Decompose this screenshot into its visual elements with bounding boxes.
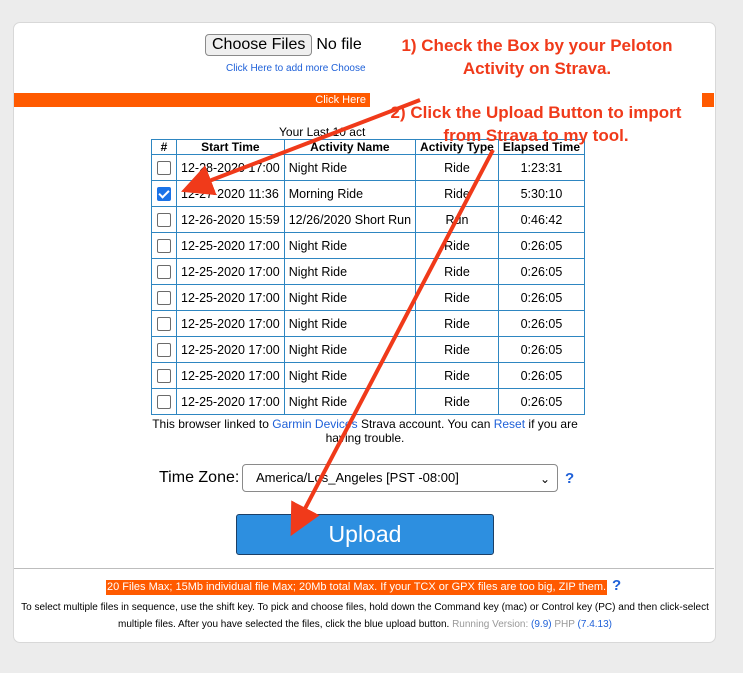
annotation-step-1: 1) Check the Box by your Peloton Activit…: [401, 36, 673, 78]
annotation-step-2: 2) Click the Upload Button to import fro…: [390, 103, 682, 145]
arrow-to-upload-button: [290, 149, 495, 537]
